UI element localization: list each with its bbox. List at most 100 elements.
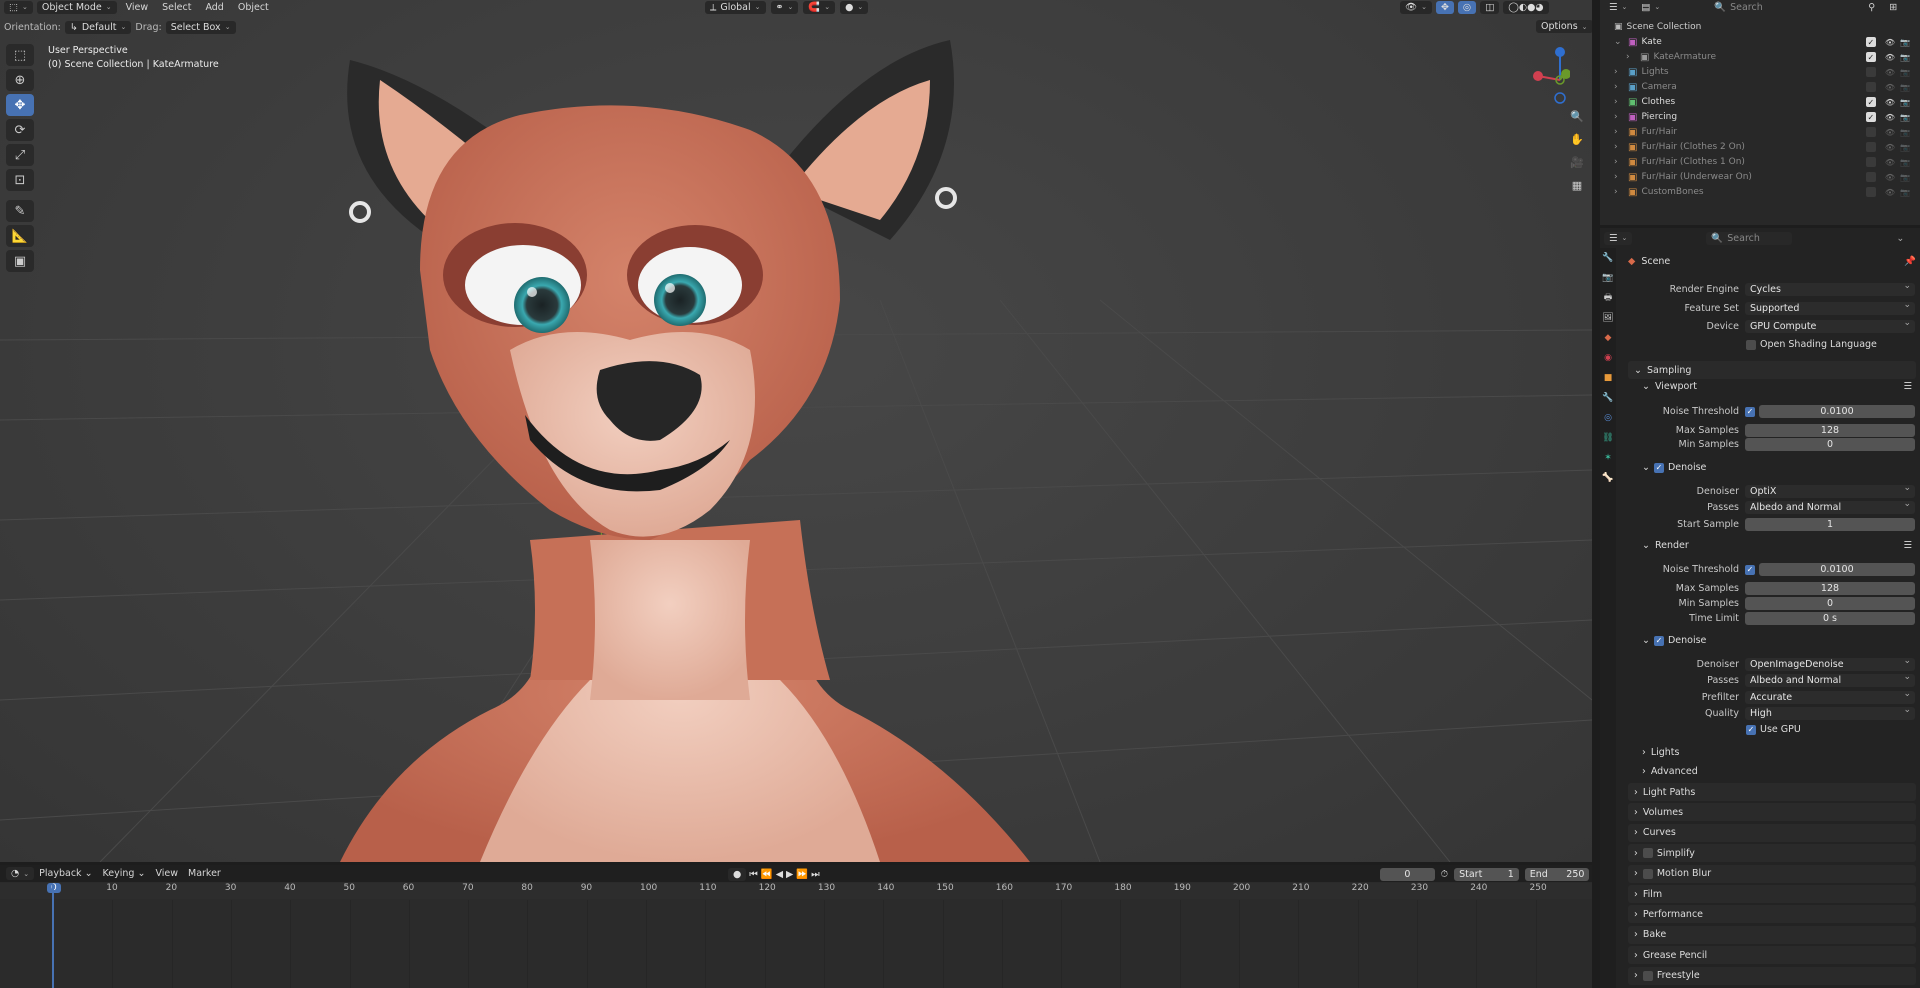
exclude-checkbox[interactable]: ✓ — [1865, 52, 1876, 62]
panel-header[interactable]: › Grease Pencil — [1628, 946, 1916, 965]
exclude-checkbox[interactable] — [1865, 172, 1876, 182]
editor-type-dropdown[interactable]: ⬚ ⌄ — [4, 0, 33, 14]
camera-view-icon[interactable]: 🎥 — [1567, 152, 1587, 172]
marker-menu[interactable]: Marker — [183, 868, 226, 879]
menu-object[interactable]: Object — [233, 2, 274, 13]
vp-noise-threshold-checkbox[interactable]: ✓ — [1745, 406, 1755, 417]
outliner-search-input[interactable]: 🔍 Search — [1709, 0, 1790, 14]
add-cube-tool-icon[interactable]: ▣ — [6, 250, 34, 272]
render-engine-dropdown[interactable]: Cycles — [1745, 281, 1915, 296]
pin-icon[interactable]: 📌 — [1904, 256, 1916, 267]
menu-add[interactable]: Add — [200, 2, 228, 13]
timeline-editor-type[interactable]: ◔ ⌄ — [6, 867, 35, 880]
jump-end-icon[interactable]: ⏭ — [811, 869, 820, 880]
outliner-item[interactable]: › ▣ Fur/Hair (Clothes 1 On) 👁 📷 — [1604, 155, 1916, 169]
r-max-samples-field[interactable]: 128 — [1745, 582, 1915, 595]
panel-header[interactable]: › Motion Blur — [1628, 864, 1916, 883]
outliner-item[interactable]: › ▣ Piercing ✓ 👁 📷 — [1604, 110, 1916, 124]
panel-header[interactable]: › Light Paths — [1628, 783, 1916, 801]
osl-checkbox-row[interactable]: Open Shading Language — [1746, 339, 1877, 350]
r-denoise-checkbox[interactable]: ✓ — [1653, 635, 1664, 646]
render-camera-icon[interactable]: 📷 — [1900, 158, 1910, 167]
filter-icon[interactable]: ⚲ — [1863, 2, 1880, 13]
visibility-eye-icon[interactable]: 👁 — [1885, 173, 1895, 182]
character-model[interactable] — [330, 20, 1130, 862]
vp-denoise-header[interactable]: ⌄ ✓ Denoise — [1642, 462, 1706, 473]
visibility-eye-icon[interactable]: 👁 — [1885, 98, 1895, 107]
exclude-checkbox[interactable] — [1865, 157, 1876, 167]
render-camera-icon[interactable]: 📷 — [1900, 68, 1910, 77]
properties-options-icon[interactable]: ⌄ — [1896, 233, 1904, 244]
outliner-item[interactable]: › ▣ Fur/Hair (Clothes 2 On) 👁 📷 — [1604, 140, 1916, 154]
render-camera-icon[interactable]: 📷 — [1900, 188, 1910, 197]
r-denoiser-dropdown[interactable]: OpenImageDenoise — [1745, 656, 1915, 671]
vp-denoiser-dropdown[interactable]: OptiX — [1745, 483, 1915, 498]
panel-header[interactable]: › Film — [1628, 885, 1916, 903]
outliner-item[interactable]: › ▣ Lights 👁 📷 — [1604, 65, 1916, 79]
cursor-tool-icon[interactable]: ⊕ — [6, 69, 34, 91]
advanced-subpanel[interactable]: › Advanced — [1642, 766, 1698, 777]
expand-arrow-icon[interactable]: › — [1614, 97, 1628, 107]
proportional-edit-toggle[interactable]: ● ⌄ — [840, 0, 869, 14]
expand-arrow-icon[interactable]: › — [1614, 142, 1628, 152]
r-time-limit-field[interactable]: 0 s — [1745, 612, 1915, 625]
visibility-eye-icon[interactable]: 👁 — [1885, 68, 1895, 77]
exclude-checkbox[interactable]: ✓ — [1865, 112, 1876, 122]
playhead[interactable] — [52, 884, 54, 988]
select-box-tool-icon[interactable]: ⬚ — [6, 44, 34, 66]
exclude-checkbox[interactable] — [1865, 127, 1876, 137]
render-camera-icon[interactable]: 📷 — [1900, 53, 1910, 62]
render-camera-icon[interactable]: 📷 — [1900, 128, 1910, 137]
keying-menu[interactable]: Keying ⌄ — [98, 868, 151, 879]
panel-header[interactable]: › Freestyle — [1628, 966, 1916, 985]
preview-range-icon[interactable]: ⏱ — [1441, 869, 1448, 880]
render-presets-icon[interactable]: ☰ — [1903, 540, 1912, 551]
rotate-tool-icon[interactable]: ⟳ — [6, 119, 34, 141]
visibility-eye-icon[interactable]: 👁 — [1885, 113, 1895, 122]
vp-min-samples-field[interactable]: 0 — [1745, 438, 1915, 451]
expand-arrow-icon[interactable]: › — [1614, 172, 1628, 182]
output-tab-icon[interactable]: 🖶 — [1600, 288, 1616, 308]
r-passes-dropdown[interactable]: Albedo and Normal — [1745, 672, 1915, 687]
expand-arrow-icon[interactable]: › — [1614, 82, 1628, 92]
transform-tool-icon[interactable]: ⊡ — [6, 169, 34, 191]
r-noise-threshold-checkbox[interactable]: ✓ — [1745, 564, 1755, 575]
render-subpanel-header[interactable]: ⌄ Render ☰ — [1642, 540, 1912, 551]
properties-editor-type[interactable]: ☰ ⌄ — [1604, 231, 1633, 245]
current-frame-field[interactable]: 0 — [1380, 867, 1435, 881]
panel-header[interactable]: › Simplify — [1628, 844, 1916, 863]
panel-header[interactable]: › Curves — [1628, 823, 1916, 842]
object-tab-icon[interactable]: ■ — [1600, 368, 1616, 388]
panel-enable-checkbox[interactable] — [1642, 848, 1653, 859]
end-frame-field[interactable]: End 250 — [1524, 867, 1590, 881]
panel-header[interactable]: › Performance — [1628, 905, 1916, 924]
panel-enable-checkbox[interactable] — [1642, 970, 1653, 981]
viewport-subpanel-header[interactable]: ⌄ Viewport ☰ — [1642, 381, 1912, 392]
visibility-eye-icon[interactable]: 👁 — [1885, 83, 1895, 92]
outliner-item[interactable]: › ▣ Clothes ✓ 👁 📷 — [1604, 95, 1916, 109]
visibility-eye-icon[interactable]: 👁 — [1885, 38, 1895, 47]
exclude-checkbox[interactable] — [1865, 187, 1876, 197]
r-min-samples-field[interactable]: 0 — [1745, 597, 1915, 610]
zoom-icon[interactable]: 🔍 — [1567, 106, 1587, 126]
expand-arrow-icon[interactable]: › — [1614, 67, 1628, 77]
scale-tool-icon[interactable]: ⤢ — [6, 144, 34, 166]
properties-search-input[interactable]: 🔍 Search — [1706, 231, 1793, 245]
visibility-eye-icon[interactable]: 👁 — [1885, 53, 1895, 62]
play-reverse-icon[interactable]: ◀ — [776, 869, 783, 880]
outliner-item[interactable]: › ▣ Fur/Hair (Underwear On) 👁 📷 — [1604, 170, 1916, 184]
visibility-eye-icon[interactable]: 👁 — [1885, 143, 1895, 152]
menu-view[interactable]: View — [121, 2, 154, 13]
visibility-eye-icon[interactable]: 👁 — [1885, 188, 1895, 197]
transform-orientation-dropdown[interactable]: ⟂ Global ⌄ — [705, 0, 766, 14]
lights-subpanel[interactable]: › Lights — [1642, 747, 1679, 758]
bone-tab-icon[interactable]: 🦴 — [1600, 468, 1616, 488]
navigation-gizmo[interactable] — [1524, 44, 1570, 104]
jump-keyframe-forward-icon[interactable]: ⏩ — [796, 869, 808, 880]
view-layer-tab-icon[interactable]: 🖼 — [1600, 308, 1616, 328]
outliner-item[interactable]: › ▣ Camera 👁 📷 — [1604, 80, 1916, 94]
data-tab-icon[interactable]: ✶ — [1600, 448, 1616, 468]
modifiers-tab-icon[interactable]: 🔧 — [1600, 388, 1616, 408]
outliner-display-mode[interactable]: ▤ ⌄ — [1636, 0, 1666, 14]
play-icon[interactable]: ▶ — [786, 869, 793, 880]
